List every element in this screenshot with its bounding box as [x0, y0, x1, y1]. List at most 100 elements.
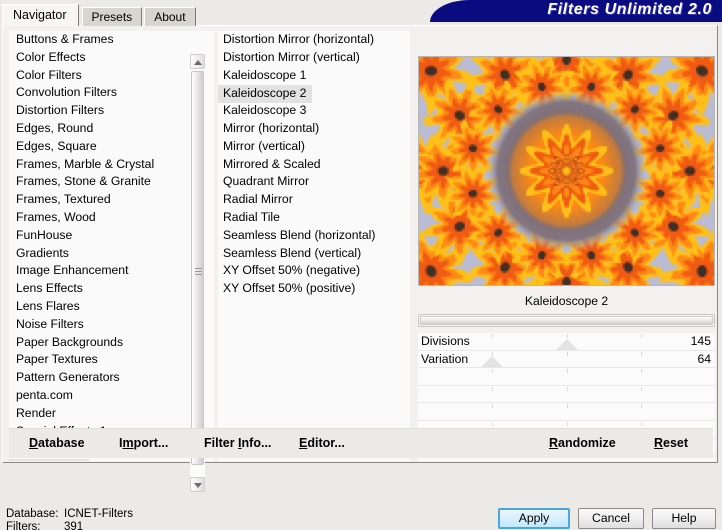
apply-button[interactable]: Apply: [498, 508, 570, 529]
import-button[interactable]: Import...: [119, 433, 168, 453]
filter-item[interactable]: Seamless Blend (horizontal): [218, 227, 410, 245]
tab-navigator[interactable]: Navigator: [2, 4, 79, 26]
category-item[interactable]: Buttons & Frames: [9, 31, 214, 49]
parameter-value: 145: [691, 333, 711, 351]
preview-image[interactable]: [418, 56, 715, 286]
editor-button[interactable]: Editor...: [299, 433, 345, 453]
parameter-value: 64: [697, 351, 711, 369]
parameter-row[interactable]: Divisions 145: [418, 333, 715, 351]
database-button[interactable]: Database: [29, 433, 85, 453]
filters-count-value: 391: [64, 521, 83, 530]
parameter-row[interactable]: Variation 64: [418, 351, 715, 369]
tab-presets[interactable]: Presets: [82, 7, 143, 26]
category-scrollbar[interactable]: [190, 54, 205, 492]
tab-strip: NavigatorPresetsAbout: [2, 4, 198, 26]
tab-about[interactable]: About: [144, 7, 195, 26]
preview-column: Kaleidoscope 2 Divisions 145 Variation 64: [415, 29, 715, 463]
slider-tick: [567, 387, 568, 391]
grip-icon: [195, 268, 202, 275]
chevron-down-icon: [194, 483, 202, 488]
database-value: ICNET-Filters: [64, 508, 133, 521]
filter-item[interactable]: Kaleidoscope 3: [218, 102, 410, 120]
filter-item[interactable]: Distortion Mirror (horizontal): [218, 31, 410, 49]
slider-tick: [567, 369, 568, 373]
category-item[interactable]: Image Enhancement: [9, 262, 214, 280]
randomize-button[interactable]: Randomize: [549, 433, 616, 453]
slider-tick: [567, 352, 568, 356]
slider-tick: [492, 352, 493, 356]
slider-tick: [641, 404, 642, 408]
category-item[interactable]: Lens Flares: [9, 298, 214, 316]
category-item[interactable]: Tile & Mirror: [9, 459, 89, 461]
slider-marker[interactable]: [556, 339, 578, 350]
category-item[interactable]: Paper Backgrounds: [9, 334, 214, 352]
filter-item[interactable]: Mirrored & Scaled: [218, 156, 410, 174]
filter-item[interactable]: XY Offset 50% (positive): [218, 280, 410, 298]
slider-tick: [641, 352, 642, 356]
filter-item[interactable]: Mirror (vertical): [218, 138, 410, 156]
parameter-row[interactable]: [418, 386, 715, 404]
category-item[interactable]: Frames, Stone & Granite: [9, 173, 214, 191]
status-info: Database: ICNET-Filters Filters: 391: [6, 508, 133, 530]
filter-item[interactable]: Kaleidoscope 1: [218, 67, 410, 85]
chevron-up-icon: [194, 60, 202, 65]
action-bar: Database Import... Filter Info... Editor...…: [9, 428, 713, 458]
scrollbar-track[interactable]: [190, 69, 205, 477]
help-button[interactable]: Help: [652, 508, 716, 529]
category-item[interactable]: Noise Filters: [9, 316, 214, 334]
scroll-down-button[interactable]: [190, 477, 205, 492]
slider-tick: [492, 334, 493, 338]
preview-scroll-thumb[interactable]: [420, 316, 713, 325]
category-item[interactable]: Color Effects: [9, 49, 214, 67]
filters-unlimited-window: Filters Unlimited 2.0 NavigatorPresetsAb…: [0, 0, 722, 530]
slider-tick: [567, 334, 568, 338]
filter-item[interactable]: Radial Tile: [218, 209, 410, 227]
filter-item[interactable]: Mirror (horizontal): [218, 120, 410, 138]
filter-item[interactable]: Radial Mirror: [218, 191, 410, 209]
slider-tick: [641, 334, 642, 338]
slider-tick: [567, 422, 568, 426]
filter-item[interactable]: XY Offset 50% (negative): [218, 262, 410, 280]
category-item[interactable]: Lens Effects: [9, 280, 214, 298]
category-item[interactable]: Distortion Filters: [9, 102, 214, 120]
filter-item[interactable]: Quadrant Mirror: [218, 173, 410, 191]
filter-item[interactable]: Kaleidoscope 2: [218, 85, 312, 103]
slider-tick: [641, 387, 642, 391]
slider-tick: [492, 369, 493, 373]
scroll-up-button[interactable]: [190, 54, 205, 69]
category-item[interactable]: Edges, Round: [9, 120, 214, 138]
parameter-label: Variation: [421, 351, 468, 369]
slider-tick: [567, 404, 568, 408]
slider-tick: [641, 422, 642, 426]
category-item[interactable]: Frames, Wood: [9, 209, 214, 227]
category-item[interactable]: Frames, Marble & Crystal: [9, 156, 214, 174]
category-item[interactable]: penta.com: [9, 387, 214, 405]
slider-tick: [492, 404, 493, 408]
slider-marker[interactable]: [481, 356, 503, 367]
category-item[interactable]: Gradients: [9, 245, 214, 263]
preview-title: Kaleidoscope 2: [418, 291, 715, 311]
parameter-row[interactable]: [418, 368, 715, 386]
category-list[interactable]: Buttons & FramesColor EffectsColor Filte…: [9, 31, 214, 461]
category-item[interactable]: Convolution Filters: [9, 84, 214, 102]
filter-info-button[interactable]: Filter Info...: [204, 433, 271, 453]
parameter-label: Divisions: [421, 333, 470, 351]
parameter-row[interactable]: [418, 403, 715, 421]
preview-horizontal-scrollbar[interactable]: [418, 314, 715, 327]
app-title: Filters Unlimited 2.0: [547, 1, 712, 19]
category-item[interactable]: Frames, Textured: [9, 191, 214, 209]
filter-item[interactable]: Seamless Blend (vertical): [218, 245, 410, 263]
category-item[interactable]: Color Filters: [9, 67, 214, 85]
category-item[interactable]: Edges, Square: [9, 138, 214, 156]
filter-item[interactable]: Distortion Mirror (vertical): [218, 49, 410, 67]
category-item[interactable]: FunHouse: [9, 227, 214, 245]
scrollbar-thumb[interactable]: [191, 71, 204, 465]
database-label: Database:: [6, 508, 64, 521]
category-item[interactable]: Render: [9, 405, 214, 423]
cancel-button[interactable]: Cancel: [578, 508, 644, 529]
filter-list[interactable]: Distortion Mirror (horizontal)Distortion…: [218, 31, 410, 461]
category-item[interactable]: Pattern Generators: [9, 369, 214, 387]
kaleidoscope-preview-canvas: [419, 57, 714, 285]
category-item[interactable]: Paper Textures: [9, 351, 214, 369]
reset-button[interactable]: Reset: [654, 433, 688, 453]
